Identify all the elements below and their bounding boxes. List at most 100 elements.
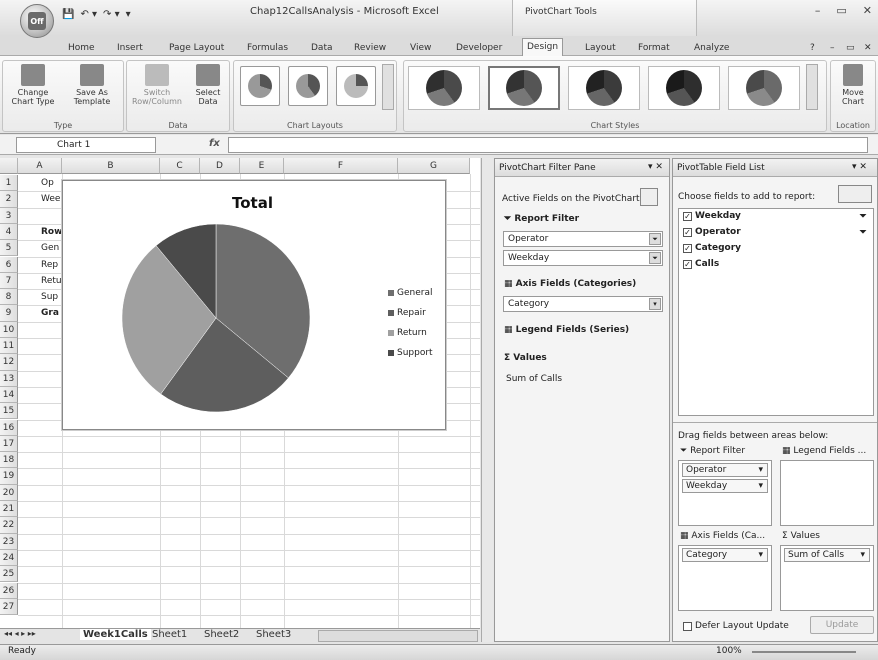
row-header-5[interactable]: 5: [0, 240, 18, 257]
ribbon-restore-icon[interactable]: ▭: [842, 40, 859, 56]
help-icon[interactable]: ?: [806, 40, 819, 56]
save-as-template-button[interactable]: Save As Template: [64, 64, 120, 106]
chevron-down-icon[interactable]: ▾: [758, 549, 763, 561]
row-header-21[interactable]: 21: [0, 501, 18, 518]
chart-style-4[interactable]: [648, 66, 720, 110]
ribbon-close-icon[interactable]: ✕: [860, 40, 876, 56]
chart-style-1[interactable]: [408, 66, 480, 110]
move-chart-button[interactable]: Move Chart: [833, 64, 873, 106]
sheet-tab-sheet3[interactable]: Sheet3: [256, 629, 291, 640]
row-header-2[interactable]: 2: [0, 191, 18, 208]
formula-input[interactable]: [228, 137, 868, 153]
pie-chart[interactable]: [120, 222, 312, 414]
minimize-icon[interactable]: –: [815, 4, 821, 17]
redo-icon[interactable]: ↷ ▾: [103, 9, 120, 20]
row-header-3[interactable]: 3: [0, 207, 18, 224]
tab-analyze[interactable]: Analyze: [690, 40, 733, 56]
row-header-22[interactable]: 22: [0, 517, 18, 534]
horizontal-scrollbar[interactable]: [318, 630, 478, 642]
checkbox-checked-icon[interactable]: ✓: [683, 227, 692, 237]
maximize-icon[interactable]: ▭: [836, 4, 846, 17]
tab-insert[interactable]: Insert: [113, 40, 147, 56]
sheet-tab-week1calls[interactable]: Week1Calls: [80, 629, 151, 640]
change-chart-type-button[interactable]: Change Chart Type: [6, 64, 60, 106]
row-header-17[interactable]: 17: [0, 435, 18, 453]
row-header-25[interactable]: 25: [0, 566, 18, 583]
row-header-11[interactable]: 11: [0, 338, 18, 355]
chart-style-3[interactable]: [568, 66, 640, 110]
tab-design[interactable]: Design: [522, 38, 564, 57]
chart-layout-1[interactable]: [240, 66, 280, 106]
tab-page-layout[interactable]: Page Layout: [165, 40, 228, 56]
column-header-d[interactable]: D: [200, 158, 240, 174]
sheet-tab-sheet2[interactable]: Sheet2: [204, 629, 239, 640]
save-icon[interactable]: 💾: [62, 9, 74, 20]
category-axis-dropdown[interactable]: Category ▾: [503, 296, 663, 312]
row-header-13[interactable]: 13: [0, 370, 18, 387]
area-item-sum-of-calls[interactable]: Sum of Calls ▾: [784, 548, 870, 562]
chevron-down-icon[interactable]: ▾: [860, 549, 865, 561]
field-calls[interactable]: ✓ Calls: [683, 259, 719, 269]
tab-review[interactable]: Review: [350, 40, 390, 56]
field-list-close-icon[interactable]: ▾ ✕: [852, 162, 867, 172]
sum-of-calls-item[interactable]: Sum of Calls: [506, 374, 562, 384]
zoom-level[interactable]: 100%: [716, 646, 742, 656]
select-all-corner[interactable]: [0, 158, 18, 174]
customize-qat-icon[interactable]: ▾: [126, 9, 131, 20]
tab-developer[interactable]: Developer: [452, 40, 506, 56]
tab-home[interactable]: Home: [64, 40, 99, 56]
tab-formulas[interactable]: Formulas: [243, 40, 292, 56]
zoom-slider[interactable]: [752, 651, 856, 653]
legend-fields-area[interactable]: [780, 460, 874, 526]
operator-filter-dropdown[interactable]: Operator ⏷: [503, 231, 663, 247]
row-header-6[interactable]: 6: [0, 256, 18, 273]
chart-title[interactable]: Total: [232, 194, 273, 212]
checkbox-checked-icon[interactable]: ✓: [683, 211, 692, 221]
close-icon[interactable]: ✕: [863, 4, 872, 17]
row-header-8[interactable]: 8: [0, 289, 18, 306]
tab-data[interactable]: Data: [307, 40, 337, 56]
chart-layout-2[interactable]: [288, 66, 328, 106]
chevron-down-icon[interactable]: ▾: [758, 464, 763, 476]
area-item-operator[interactable]: Operator ▾: [682, 463, 768, 477]
sheet-tab-sheet1[interactable]: Sheet1: [152, 629, 187, 640]
field-operator[interactable]: ✓ Operator: [683, 227, 741, 237]
field-category[interactable]: ✓ Category: [683, 243, 741, 253]
row-header-14[interactable]: 14: [0, 386, 18, 404]
defer-layout-update[interactable]: Defer Layout Update: [683, 621, 789, 631]
weekday-filter-dropdown[interactable]: Weekday ⏷: [503, 250, 663, 266]
row-header-9[interactable]: 9: [0, 305, 18, 322]
checkbox-checked-icon[interactable]: ✓: [683, 243, 692, 253]
row-header-27[interactable]: 27: [0, 598, 18, 616]
row-header-23[interactable]: 23: [0, 533, 18, 550]
area-item-category[interactable]: Category ▾: [682, 548, 768, 562]
chart-style-2[interactable]: [488, 66, 560, 110]
column-header-b[interactable]: B: [62, 158, 160, 174]
office-button[interactable]: Off: [20, 4, 54, 38]
tab-layout[interactable]: Layout: [581, 40, 620, 56]
column-header-f[interactable]: F: [284, 158, 398, 174]
chevron-down-icon[interactable]: ▾: [649, 298, 661, 310]
checkbox-unchecked-icon[interactable]: [683, 621, 692, 631]
row-header-19[interactable]: 19: [0, 468, 18, 485]
filter-icon[interactable]: ⏷: [649, 233, 661, 245]
column-header-e[interactable]: E: [240, 158, 284, 174]
row-header-4[interactable]: 4: [0, 223, 18, 241]
checkbox-checked-icon[interactable]: ✓: [683, 259, 692, 269]
filter-icon[interactable]: ⏷: [649, 252, 661, 264]
legend-item-support[interactable]: Support: [388, 348, 433, 358]
tab-format[interactable]: Format: [634, 40, 674, 56]
area-item-weekday[interactable]: Weekday ▾: [682, 479, 768, 493]
row-header-18[interactable]: 18: [0, 452, 18, 469]
field-weekday[interactable]: ✓ Weekday: [683, 211, 741, 221]
chart-style-5[interactable]: [728, 66, 800, 110]
row-header-12[interactable]: 12: [0, 354, 18, 371]
column-header-a[interactable]: A: [18, 158, 62, 174]
row-header-10[interactable]: 10: [0, 321, 18, 338]
row-header-15[interactable]: 15: [0, 403, 18, 420]
chart-layout-3[interactable]: [336, 66, 376, 106]
row-header-16[interactable]: 16: [0, 419, 18, 436]
row-header-20[interactable]: 20: [0, 484, 18, 501]
legend-item-general[interactable]: General: [388, 288, 432, 298]
sheet-nav-arrows[interactable]: ◂◂ ◂ ▸ ▸▸: [4, 629, 36, 638]
